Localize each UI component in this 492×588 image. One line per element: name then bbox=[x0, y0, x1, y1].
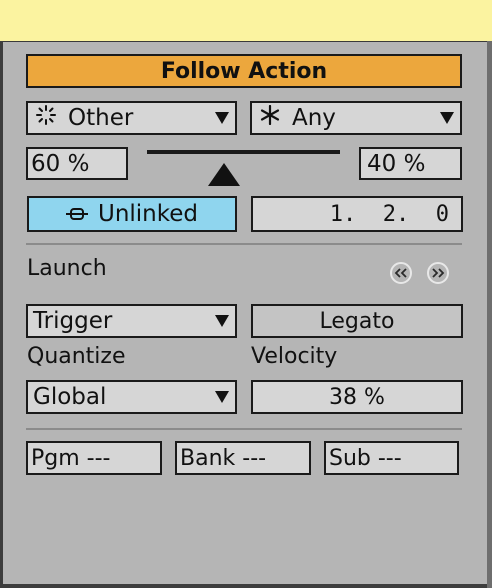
quantize-label: Quantize bbox=[27, 344, 126, 369]
chance-slider-track[interactable] bbox=[147, 150, 340, 154]
chevron-down-icon bbox=[215, 391, 229, 403]
follow-action-header[interactable]: Follow Action bbox=[26, 54, 462, 88]
bottom-border bbox=[0, 584, 487, 588]
divider-2 bbox=[26, 428, 462, 430]
next-forward-icon bbox=[432, 268, 445, 278]
launch-mode-value: Trigger bbox=[33, 308, 113, 334]
velocity-value: 38 % bbox=[329, 384, 385, 410]
sub-value: Sub --- bbox=[329, 445, 402, 471]
previous-rewind-button[interactable] bbox=[390, 262, 412, 284]
legato-toggle-button[interactable]: Legato bbox=[251, 304, 463, 338]
bank-value: Bank --- bbox=[180, 445, 267, 471]
action-a-dropdown[interactable]: Other bbox=[26, 101, 237, 135]
pgm-value: Pgm --- bbox=[31, 445, 111, 471]
action-b-dropdown[interactable]: Any bbox=[250, 101, 462, 135]
launch-mode-dropdown[interactable]: Trigger bbox=[26, 304, 237, 338]
unlinked-toggle-button[interactable]: Unlinked bbox=[27, 196, 237, 232]
other-burst-icon bbox=[36, 105, 56, 131]
action-a-value: Other bbox=[68, 105, 134, 131]
quantize-dropdown[interactable]: Global bbox=[26, 380, 237, 414]
bank-field[interactable]: Bank --- bbox=[175, 441, 311, 475]
previous-rewind-icon bbox=[394, 268, 407, 278]
chevron-down-icon bbox=[215, 112, 229, 124]
chance-b-value: 40 % bbox=[367, 150, 426, 177]
quantize-value: Global bbox=[33, 384, 107, 410]
chance-a-value: 60 % bbox=[31, 150, 90, 177]
chance-a-field[interactable]: 60 % bbox=[26, 147, 128, 180]
unlinked-label: Unlinked bbox=[97, 201, 199, 227]
follow-action-title: Follow Action bbox=[160, 58, 328, 84]
velocity-label: Velocity bbox=[251, 344, 338, 369]
any-asterisk-icon bbox=[260, 104, 280, 131]
sub-field[interactable]: Sub --- bbox=[324, 441, 459, 475]
link-chain-icon bbox=[65, 207, 88, 221]
chance-slider-handle[interactable] bbox=[208, 163, 240, 186]
launch-label: Launch bbox=[27, 256, 107, 281]
legato-label: Legato bbox=[319, 308, 395, 334]
left-border bbox=[0, 41, 3, 588]
next-forward-button[interactable] bbox=[427, 262, 449, 284]
velocity-field[interactable]: 38 % bbox=[251, 380, 463, 414]
divider-1 bbox=[26, 243, 462, 245]
chance-b-field[interactable]: 40 % bbox=[359, 147, 462, 180]
follow-action-time-field[interactable]: 1. 2. 0 bbox=[251, 196, 463, 232]
right-scroll-edge bbox=[487, 41, 492, 588]
action-b-value: Any bbox=[292, 105, 336, 131]
chevron-down-icon bbox=[215, 315, 229, 327]
top-bar bbox=[0, 0, 492, 42]
follow-action-time-value: 1. 2. 0 bbox=[329, 201, 449, 227]
chevron-down-icon bbox=[440, 112, 454, 124]
pgm-field[interactable]: Pgm --- bbox=[26, 441, 162, 475]
